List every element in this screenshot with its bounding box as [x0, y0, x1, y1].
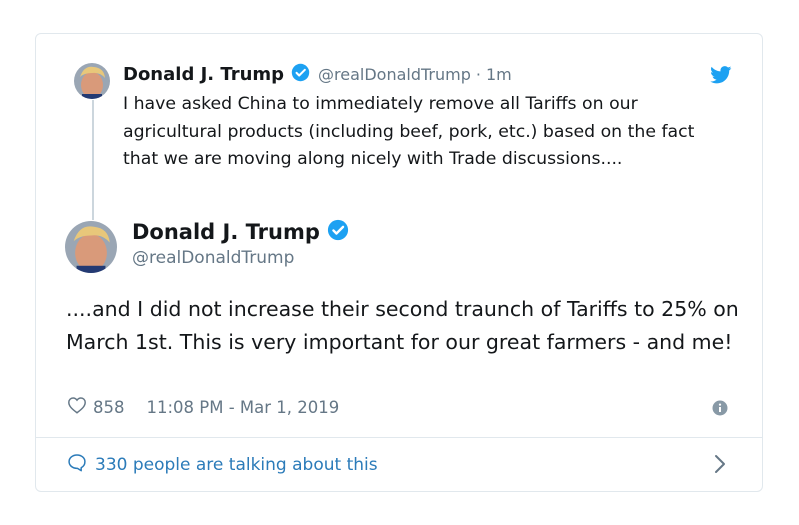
thread-connector-line — [92, 100, 94, 220]
separator-dot: · — [475, 65, 481, 84]
verified-badge-icon — [327, 219, 349, 245]
chevron-right-icon[interactable] — [714, 454, 726, 478]
like-count[interactable]: 858 — [93, 398, 125, 417]
author-name-row: Donald J. Trump — [132, 219, 349, 245]
conversation-label[interactable]: 330 people are talking about this — [95, 455, 378, 475]
parent-avatar[interactable] — [74, 63, 110, 99]
author-name[interactable]: Donald J. Trump — [132, 220, 320, 244]
parent-author-handle[interactable]: @realDonaldTrump — [318, 65, 471, 84]
info-icon[interactable] — [712, 400, 728, 420]
parent-tweet-time[interactable]: 1m — [486, 65, 512, 84]
tweet-timestamp[interactable]: 11:08 PM - Mar 1, 2019 — [147, 398, 340, 417]
tweet-meta-row: 858 11:08 PM - Mar 1, 2019 — [67, 396, 339, 418]
card-divider — [36, 437, 762, 438]
speech-bubble-icon — [67, 453, 87, 477]
tweet-text: ....and I did not increase their second … — [66, 297, 739, 354]
conversation-link[interactable]: 330 people are talking about this — [67, 453, 378, 477]
parent-tweet-header: Donald J. Trump @realDonaldTrump · 1m — [123, 63, 512, 86]
parent-tweet-text: I have asked China to immediately remove… — [123, 94, 695, 169]
twitter-bird-icon[interactable] — [710, 66, 732, 88]
heart-icon[interactable] — [67, 396, 87, 418]
embedded-tweet-card: Donald J. Trump @realDonaldTrump · 1m I … — [35, 33, 763, 492]
author-handle[interactable]: @realDonaldTrump — [132, 248, 294, 268]
parent-author-name[interactable]: Donald J. Trump — [123, 64, 284, 85]
author-avatar[interactable] — [65, 221, 117, 273]
verified-badge-icon — [291, 63, 310, 86]
